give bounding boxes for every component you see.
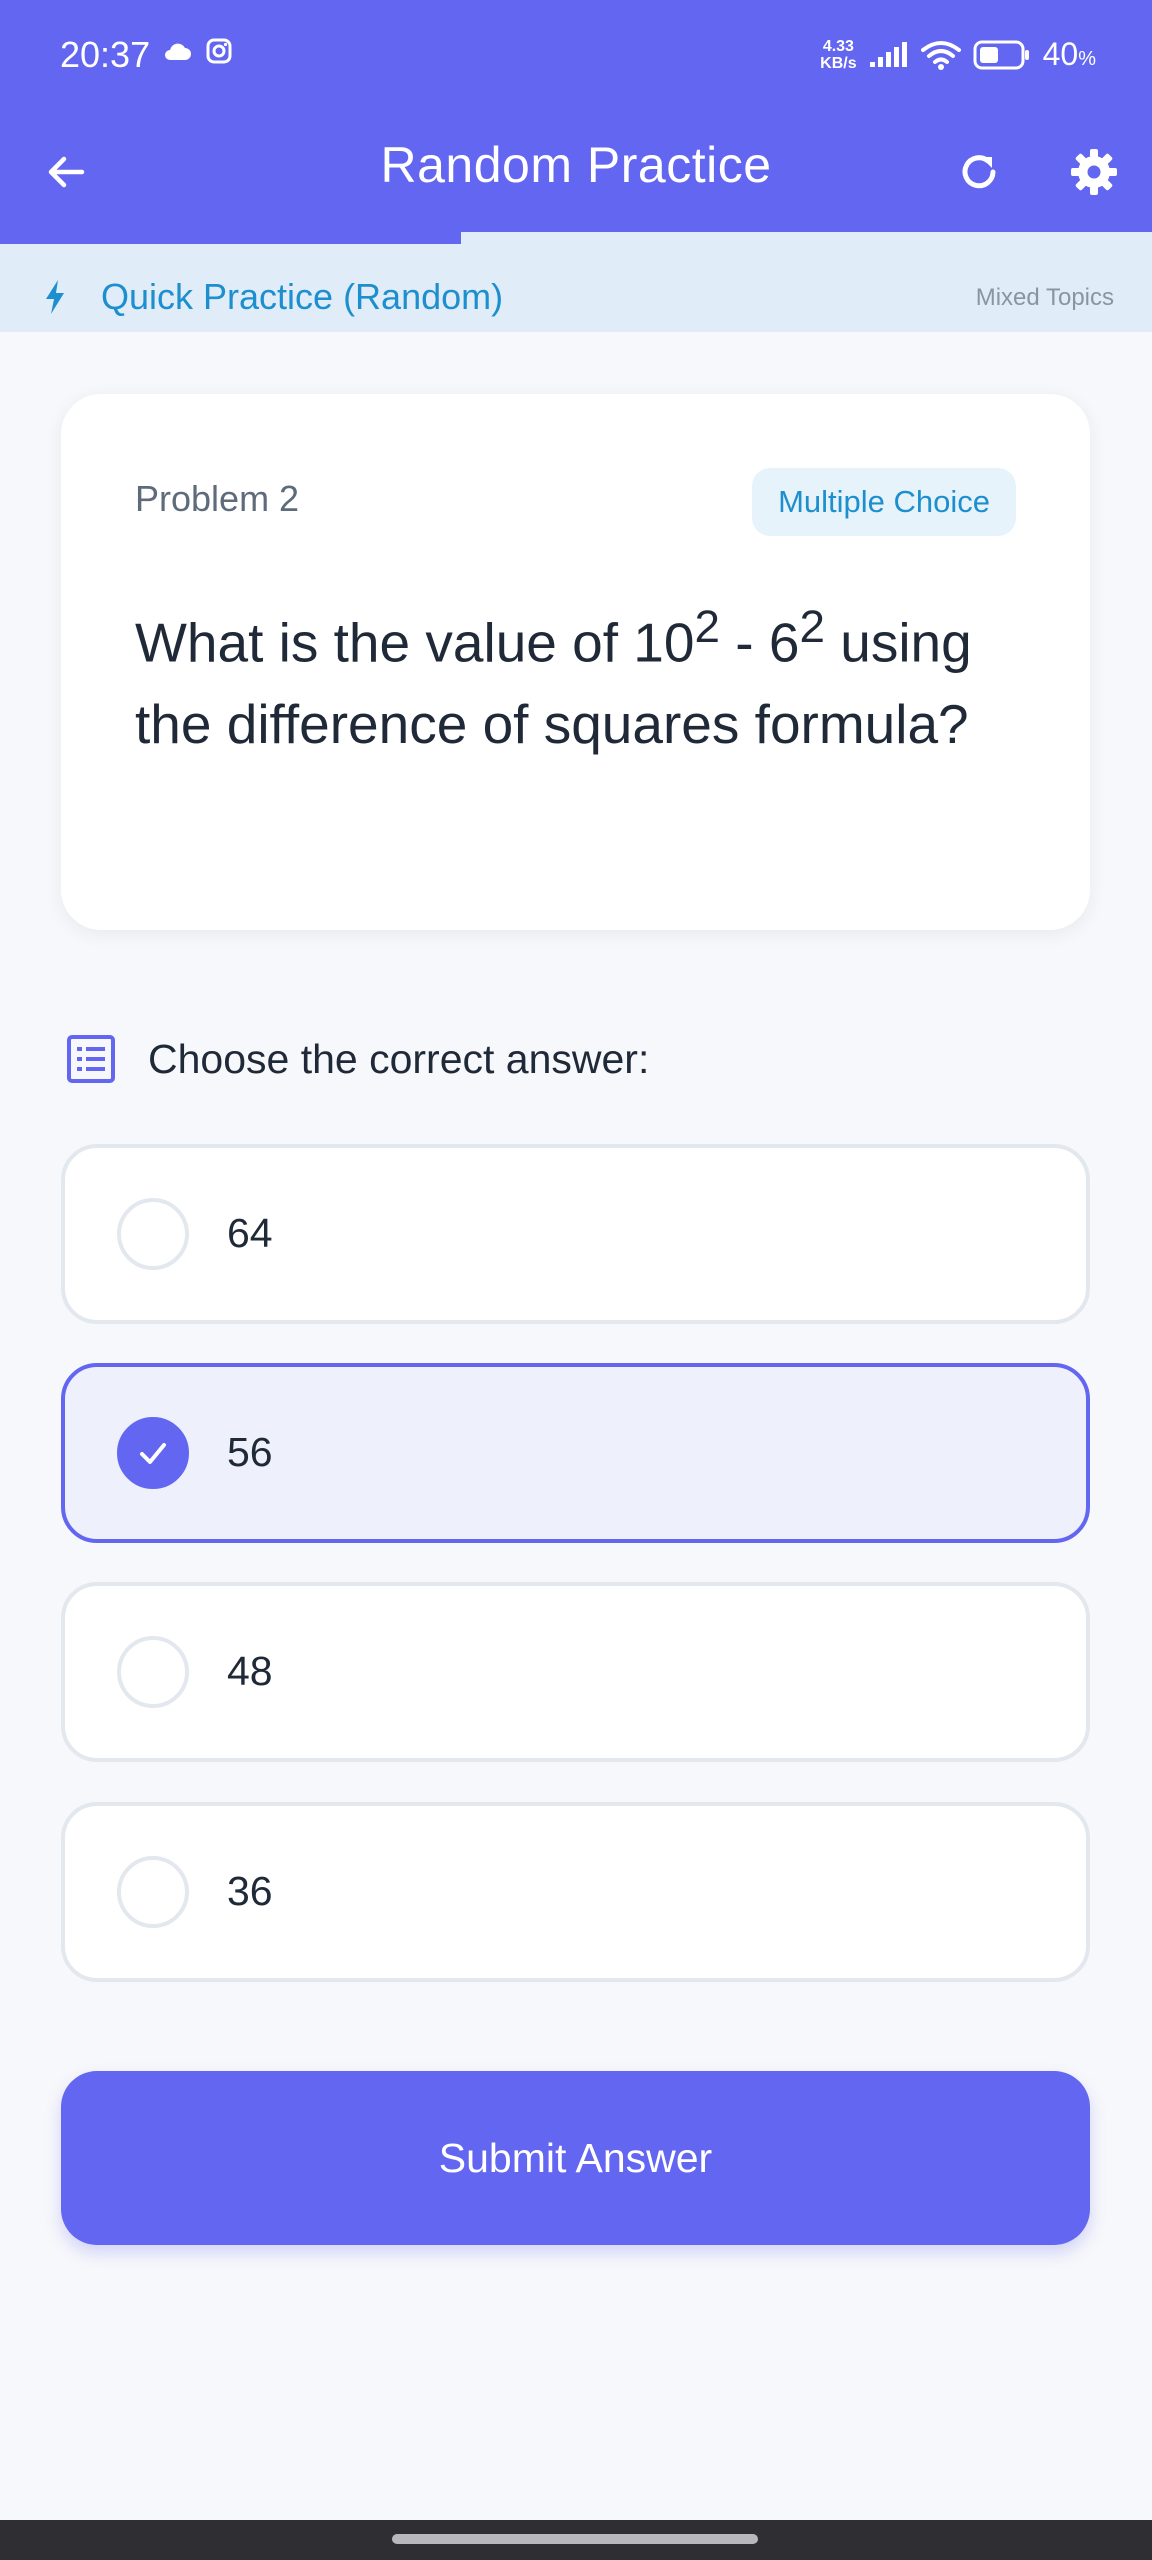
home-indicator[interactable] [392,2534,758,2544]
status-bar: 20:37 4.33 KB/s 40% [0,0,1152,112]
wifi-icon [920,40,961,70]
mode-label: Quick Practice (Random) [101,276,504,317]
status-time: 20:37 [60,34,151,75]
radio-button[interactable] [117,1417,189,1489]
question-part-1: What is the value of 10 [135,611,695,674]
settings-button[interactable] [1054,132,1134,212]
question-exponent-1: 2 [694,601,720,652]
answer-option[interactable]: 48 [61,1582,1090,1762]
system-navigation-bar [0,2520,1152,2560]
answer-option-label: 56 [227,1429,273,1475]
answer-prompt-text: Choose the correct answer: [148,1035,650,1082]
answer-option-label: 64 [227,1210,273,1256]
network-speed-value: 4.33 [822,37,854,55]
lightning-icon [46,280,64,314]
instagram-icon [206,38,232,64]
status-right-cluster: 4.33 KB/s 40% [820,36,1096,73]
question-type-badge: Multiple Choice [752,468,1016,536]
answer-option[interactable]: 56 [61,1363,1090,1543]
answer-option-label: 36 [227,1868,273,1914]
answer-option[interactable]: 36 [61,1802,1090,1982]
gear-icon [1071,149,1117,195]
list-icon [67,1035,115,1083]
cloud-icon [165,43,191,60]
checkmark-icon [140,1443,166,1464]
network-speed-unit: KB/s [820,54,857,72]
app-bar: Random Practice [0,112,1152,232]
radio-button[interactable] [117,1198,189,1270]
mode-banner: Quick Practice (Random) Mixed Topics [0,232,1152,332]
mode-topics: Mixed Topics [975,284,1114,311]
submit-answer-button[interactable]: Submit Answer [61,2071,1090,2245]
answer-option-label: 48 [227,1648,273,1694]
signal-icon [869,41,907,67]
battery-percent: 40% [1043,36,1096,73]
answer-prompt: Choose the correct answer: [66,1034,649,1084]
battery-icon [973,40,1029,69]
refresh-button[interactable] [939,132,1019,212]
question-exponent-2: 2 [799,601,825,652]
question-part-2: - 6 [719,611,800,674]
problem-number: Problem 2 [135,478,300,519]
progress-bar [0,232,1152,244]
radio-button[interactable] [117,1856,189,1928]
refresh-icon [962,155,996,189]
question-text: What is the value of 102 - 62 using the … [135,586,1035,765]
problem-card: Problem 2 Multiple Choice What is the va… [61,394,1090,930]
battery-percent-value: 40 [1042,36,1079,72]
radio-button[interactable] [117,1636,189,1708]
progress-fill [0,232,461,244]
status-notification-icons [162,38,232,64]
battery-percent-unit: % [1078,48,1096,70]
network-speed: 4.33 KB/s [820,38,856,72]
answer-option[interactable]: 64 [61,1144,1090,1324]
